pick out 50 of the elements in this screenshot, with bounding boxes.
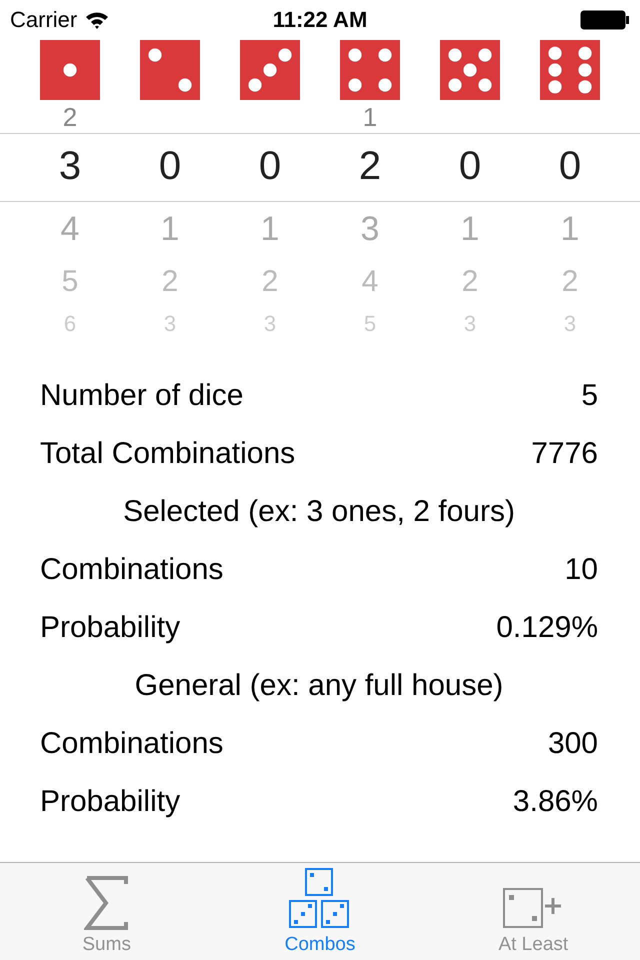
picker-selected-value[interactable]: 0 xyxy=(458,133,482,200)
sigma-icon xyxy=(84,876,130,930)
dice-icon xyxy=(288,868,351,930)
picker-selected-value[interactable]: 0 xyxy=(258,133,282,200)
die-plus-icon xyxy=(503,888,564,930)
picker-option[interactable]: 3 xyxy=(360,210,380,249)
stat-label: Combinations xyxy=(40,553,224,587)
stat-label: Probability xyxy=(40,611,180,645)
picker-option[interactable]: 2 xyxy=(162,265,178,299)
picker-option[interactable]: 1 xyxy=(362,102,378,132)
tab[interactable]: Combos xyxy=(213,863,427,960)
stat-value: 0.129% xyxy=(496,611,598,645)
picker-option[interactable]: 1 xyxy=(560,210,580,249)
picker-option[interactable]: 2 xyxy=(62,102,78,132)
battery-icon xyxy=(580,10,630,30)
picker-option[interactable]: 1 xyxy=(160,210,180,249)
picker-selected-value[interactable]: 0 xyxy=(558,133,582,200)
picker-option[interactable]: 1 xyxy=(260,210,280,249)
die-face-icon xyxy=(440,40,500,100)
die-face-icon xyxy=(240,40,300,100)
picker-option[interactable]: 5 xyxy=(62,265,78,299)
stat-label: Number of dice xyxy=(40,379,244,413)
picker-option[interactable]: 4 xyxy=(362,265,378,299)
picker-selected-value[interactable]: 2 xyxy=(358,133,382,200)
picker-selected-value[interactable]: 0 xyxy=(158,133,182,200)
wifi-icon xyxy=(85,11,110,29)
stat-value: 3.86% xyxy=(512,785,598,819)
picker-option[interactable]: 1 xyxy=(460,210,480,249)
picker-selected-value[interactable]: 3 xyxy=(58,133,82,200)
die-face-icon xyxy=(140,40,200,100)
section-heading: General (ex: any full house) xyxy=(134,669,504,703)
stat-value: 5 xyxy=(581,379,598,413)
tab[interactable]: Sums xyxy=(0,863,214,960)
picker-option[interactable]: 2 xyxy=(462,265,478,299)
stat-label: Total Combinations xyxy=(40,437,296,471)
section-heading: Selected (ex: 3 ones, 2 fours) xyxy=(123,495,515,529)
die-face-icon xyxy=(40,40,100,100)
stat-value: 7776 xyxy=(531,437,598,471)
picker-option[interactable]: 2 xyxy=(562,265,578,299)
tab[interactable]: At Least xyxy=(426,863,640,960)
picker-option[interactable]: 4 xyxy=(60,210,80,249)
stat-value: 300 xyxy=(548,727,598,761)
stat-label: Combinations xyxy=(40,727,224,761)
clock-time: 11:22 AM xyxy=(272,7,368,33)
carrier-name: Carrier xyxy=(10,7,78,33)
stat-value: 10 xyxy=(564,553,598,587)
stat-label: Probability xyxy=(40,785,180,819)
picker-option[interactable]: 2 xyxy=(262,265,278,299)
die-face-icon xyxy=(540,40,600,100)
die-face-icon xyxy=(340,40,400,100)
